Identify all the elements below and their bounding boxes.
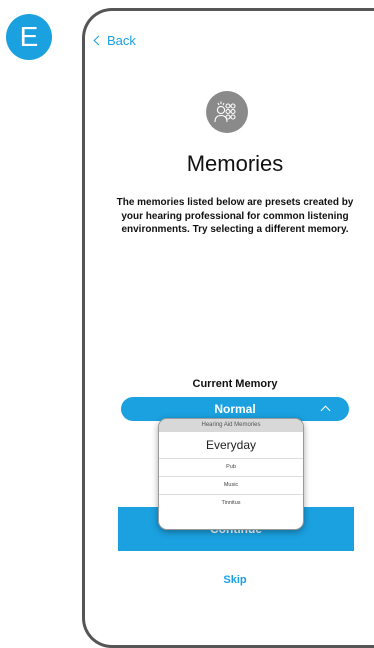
memory-picker-list: Hearing Aid Memories Everyday Pub Music … <box>158 418 304 530</box>
memory-option-pub[interactable]: Pub <box>159 459 303 477</box>
back-button[interactable]: Back <box>93 33 136 48</box>
memory-option-tinnitus[interactable]: Tinnitus <box>159 495 303 512</box>
chevron-left-icon <box>93 35 104 46</box>
current-memory-label: Current Memory <box>192 378 278 390</box>
phone-screen: Back Memories The memories listed below … <box>82 8 374 648</box>
page-title: Memories <box>186 151 284 176</box>
memory-picker-header: Hearing Aid Memories <box>159 419 303 432</box>
people-group-icon <box>206 91 248 133</box>
back-label: Back <box>107 33 136 48</box>
skip-link[interactable]: Skip <box>85 574 374 586</box>
memories-description: The memories listed below are presets cr… <box>116 197 354 235</box>
step-badge: E <box>6 14 52 60</box>
memory-option-everyday[interactable]: Everyday <box>159 432 303 459</box>
memory-option-music[interactable]: Music <box>159 477 303 495</box>
